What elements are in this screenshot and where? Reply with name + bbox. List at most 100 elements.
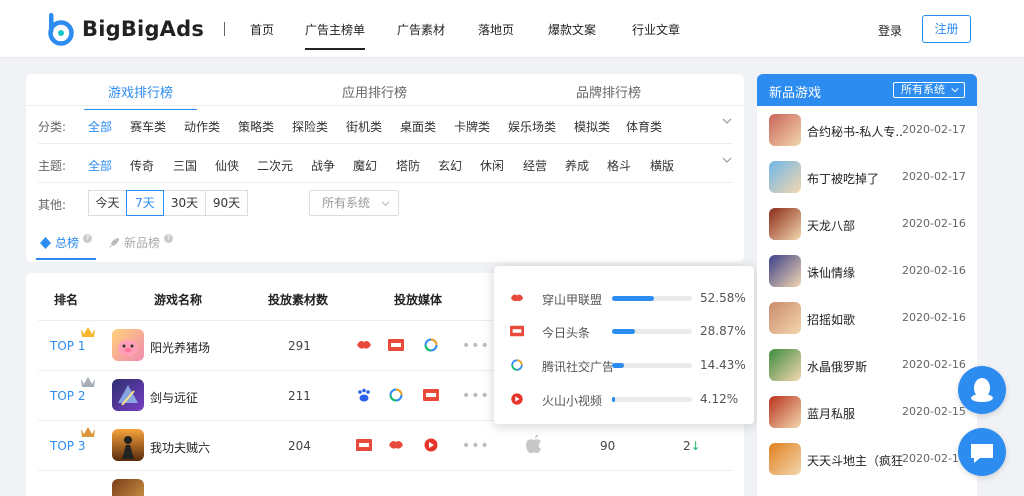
os-select[interactable]: 所有系统	[309, 190, 399, 216]
ranking-tabs: 游戏排行榜 应用排行榜 品牌排行榜	[26, 74, 744, 110]
category-filter-row: 分类: 全部 赛车类 动作类 策略类 探险类 街机类 桌面类 卡牌类 娱乐场类 …	[38, 106, 732, 144]
theme-chip[interactable]: 二次元	[257, 157, 293, 174]
login-link[interactable]: 登录	[878, 22, 902, 39]
side-os-select[interactable]: 所有系统	[893, 82, 965, 98]
apple-icon	[526, 434, 541, 454]
more-media-icon[interactable]: •••	[462, 438, 490, 454]
toutiao-icon	[510, 325, 524, 337]
chat-button[interactable]	[958, 428, 1006, 476]
new-game-name: 蓝月私服	[807, 407, 856, 421]
theme-chip[interactable]: 塔防	[396, 157, 420, 174]
new-game-item[interactable]: 招摇如歌 2020-02-16	[769, 296, 969, 343]
category-chip[interactable]: 娱乐场类	[508, 118, 556, 135]
new-game-item[interactable]: 合约秘书-私人专... 2020-02-17	[769, 108, 969, 155]
table-row[interactable]: TOP 3 我功夫贼六 204 ••• 90 2↓	[38, 420, 732, 470]
share-percent: 14.43%	[700, 358, 746, 372]
new-game-name: 天龙八部	[807, 219, 856, 233]
period-30days[interactable]: 30天	[163, 190, 206, 216]
toutiao-icon	[388, 339, 404, 351]
new-game-item[interactable]: 布丁被吃掉了 2020-02-17	[769, 155, 969, 202]
rank-trend: 2↓	[683, 439, 701, 453]
theme-chip[interactable]: 横版	[650, 157, 674, 174]
new-game-date: 2020-02-17	[902, 170, 966, 183]
new-game-item[interactable]: 水晶俄罗斯 2020-02-16	[769, 343, 969, 390]
diamond-icon	[40, 236, 51, 249]
media-name: 今日头条	[542, 326, 591, 340]
theme-chip[interactable]: 仙侠	[215, 157, 239, 174]
new-game-name: 招摇如歌	[807, 313, 856, 327]
theme-chip[interactable]: 三国	[173, 157, 197, 174]
theme-chip[interactable]: 魔幻	[353, 157, 377, 174]
nav-hot-copy[interactable]: 爆款文案	[548, 21, 596, 38]
help-icon[interactable]: ?	[164, 234, 174, 243]
media-share-row: 火山小视频 4.12%	[510, 389, 740, 409]
more-media-icon[interactable]: •••	[462, 338, 490, 354]
subtab-overall[interactable]: 总榜 ?	[35, 234, 97, 260]
nav-ad-creatives[interactable]: 广告素材	[397, 21, 445, 38]
share-bar	[612, 296, 692, 301]
theme-chip[interactable]: 格斗	[607, 157, 631, 174]
category-chip[interactable]: 体育类	[626, 118, 662, 135]
game-name[interactable]: 我功夫贼六	[150, 439, 210, 456]
tab-game-ranking[interactable]: 游戏排行榜	[83, 82, 198, 110]
qq-contact-button[interactable]	[958, 366, 1006, 414]
chevron-down-icon	[951, 88, 959, 93]
share-bar-fill	[612, 296, 655, 301]
theme-chip[interactable]: 玄幻	[438, 157, 462, 174]
nav-advertiser-rank[interactable]: 广告主榜单	[305, 21, 366, 50]
category-chip[interactable]: 全部	[88, 118, 112, 135]
share-percent: 52.58%	[700, 291, 746, 305]
tab-brand-ranking[interactable]: 品牌排行榜	[576, 82, 641, 101]
game-name[interactable]: 剑与远征	[150, 389, 198, 406]
rank-label: TOP 3	[50, 439, 86, 453]
help-icon[interactable]: ?	[83, 234, 93, 243]
theme-chip[interactable]: 休闲	[480, 157, 504, 174]
category-chip[interactable]: 动作类	[184, 118, 220, 135]
category-chip[interactable]: 探险类	[292, 118, 328, 135]
theme-chip[interactable]: 经营	[523, 157, 547, 174]
new-game-date: 2020-02-14	[902, 452, 966, 465]
chevron-down-icon[interactable]	[722, 116, 732, 126]
theme-chip[interactable]: 养成	[565, 157, 589, 174]
brand-name: BigBigAds	[82, 17, 205, 41]
theme-chip[interactable]: 战争	[311, 157, 335, 174]
subtab-new[interactable]: 新品榜 ?	[108, 234, 174, 251]
table-row[interactable]	[38, 470, 732, 496]
new-game-item[interactable]: 天天斗地主（疯狂...2020-02-14	[769, 437, 969, 484]
header-rank: 排名	[54, 293, 79, 307]
new-game-item[interactable]: 天龙八部 2020-02-16	[769, 202, 969, 249]
tab-app-ranking[interactable]: 应用排行榜	[342, 82, 407, 101]
register-button[interactable]: 注册	[922, 15, 971, 43]
nav-landing-pages[interactable]: 落地页	[478, 21, 514, 38]
filter-card: 游戏排行榜 应用排行榜 品牌排行榜 分类: 全部 赛车类 动作类 策略类 探险类…	[26, 74, 744, 262]
share-bar-fill	[612, 397, 616, 402]
category-chip[interactable]: 策略类	[238, 118, 274, 135]
period-90days[interactable]: 90天	[205, 190, 248, 216]
game-icon	[769, 255, 801, 287]
category-chip[interactable]: 桌面类	[400, 118, 436, 135]
nav-home[interactable]: 首页	[250, 21, 274, 38]
tencent-ads-icon	[424, 338, 438, 352]
brand-logo[interactable]: BigBigAds	[46, 10, 204, 48]
category-chip[interactable]: 卡牌类	[454, 118, 490, 135]
new-game-name: 布丁被吃掉了	[807, 172, 880, 186]
os-select-value: 所有系统	[322, 196, 371, 210]
category-chip[interactable]: 赛车类	[130, 118, 166, 135]
period-today[interactable]: 今天	[88, 190, 127, 216]
category-chip[interactable]: 街机类	[346, 118, 382, 135]
new-game-item[interactable]: 诛仙情缘 2020-02-16	[769, 249, 969, 296]
more-media-icon[interactable]: •••	[462, 388, 490, 404]
theme-chip[interactable]: 全部	[88, 157, 112, 174]
game-name[interactable]: 阳光养猪场	[150, 339, 210, 356]
share-bar	[612, 329, 692, 334]
game-icon	[112, 329, 144, 361]
new-game-name: 诛仙情缘	[807, 266, 856, 280]
nav-industry-articles[interactable]: 行业文章	[632, 21, 680, 38]
new-game-item[interactable]: 蓝月私服 2020-02-15	[769, 390, 969, 437]
category-chip[interactable]: 模拟类	[574, 118, 610, 135]
chevron-down-icon[interactable]	[722, 155, 732, 165]
theme-chip[interactable]: 传奇	[130, 157, 154, 174]
period-7days[interactable]: 7天	[126, 190, 164, 216]
chat-bubble-icon	[971, 444, 993, 463]
new-game-name: 合约秘书-私人专...	[807, 125, 903, 139]
